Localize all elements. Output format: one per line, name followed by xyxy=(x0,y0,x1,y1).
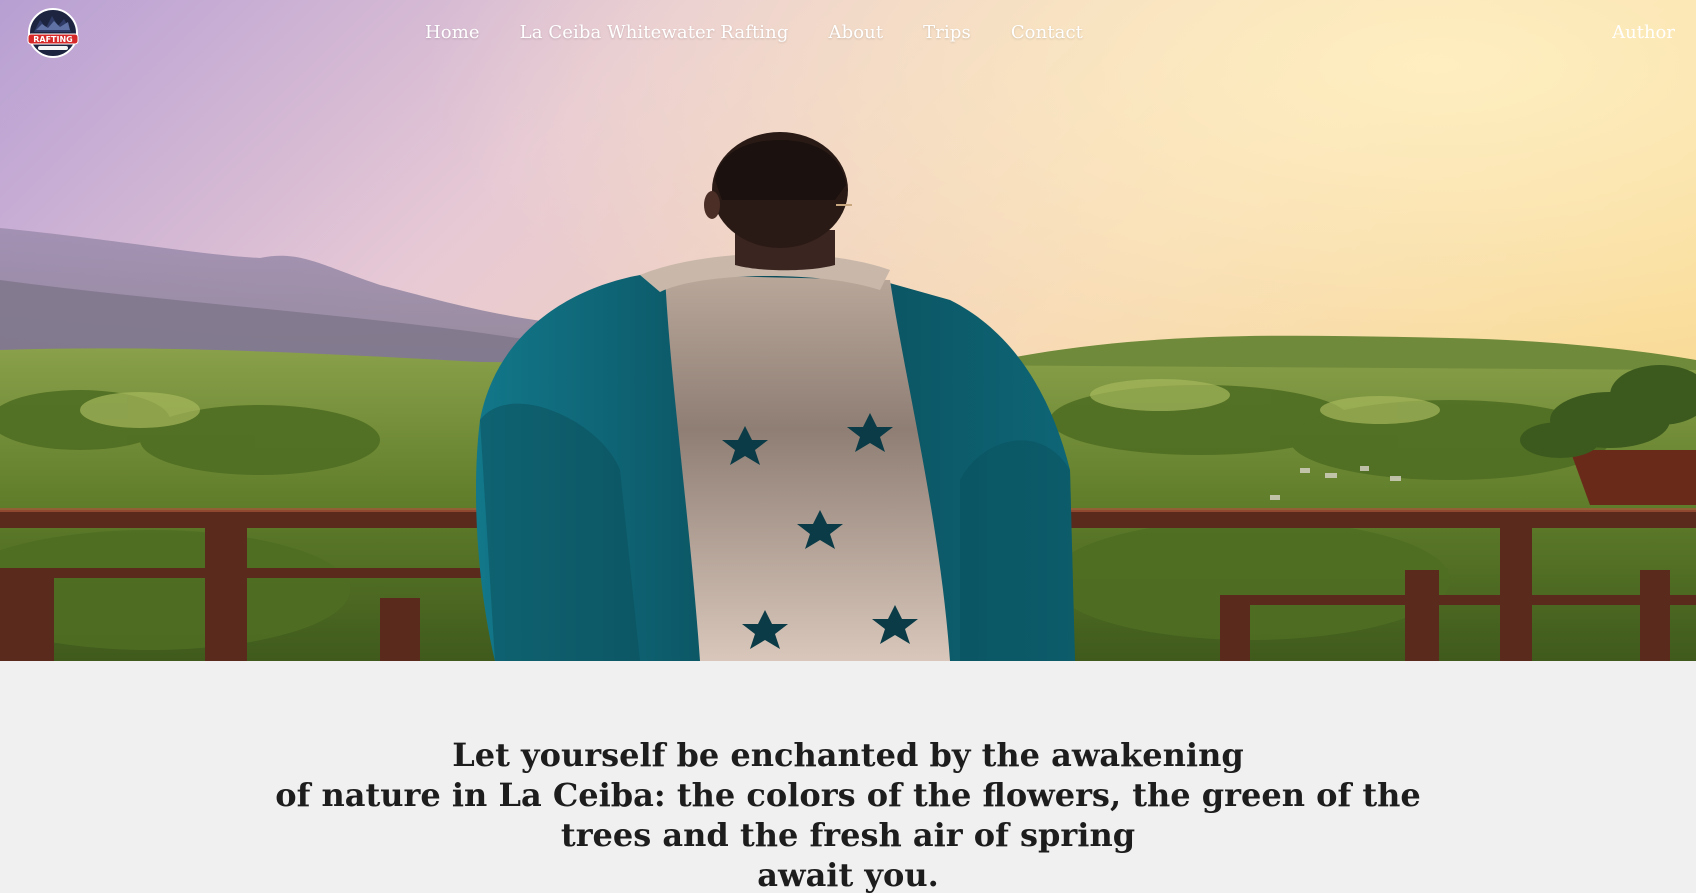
headline-line-2: of nature in La Ceiba: the colors of the… xyxy=(275,776,1421,814)
nav-trips-link[interactable]: Trips xyxy=(923,22,971,43)
page: RAFTING Home La Ceiba Whitewater Rafting… xyxy=(0,0,1696,893)
nav-rafting-link[interactable]: La Ceiba Whitewater Rafting xyxy=(520,22,789,43)
nav-contact-link[interactable]: Contact xyxy=(1011,22,1083,43)
nav-home-link[interactable]: Home xyxy=(425,22,480,43)
headline-line-4: await you. xyxy=(757,856,939,893)
intro-section: Let yourself be enchanted by the awakeni… xyxy=(0,661,1696,893)
nav-author-link[interactable]: Author xyxy=(1612,22,1675,43)
nav-about-link[interactable]: About xyxy=(828,22,883,43)
intro-headline: Let yourself be enchanted by the awakeni… xyxy=(0,735,1696,893)
headline-line-3: trees and the fresh air of spring xyxy=(560,816,1136,854)
hero-section: RAFTING Home La Ceiba Whitewater Rafting… xyxy=(0,0,1696,661)
top-navigation: RAFTING Home La Ceiba Whitewater Rafting… xyxy=(0,0,1696,72)
hero-image xyxy=(0,0,1696,661)
nav-links: Home La Ceiba Whitewater Rafting About T… xyxy=(0,22,1602,43)
headline-line-1: Let yourself be enchanted by the awakeni… xyxy=(452,736,1244,774)
